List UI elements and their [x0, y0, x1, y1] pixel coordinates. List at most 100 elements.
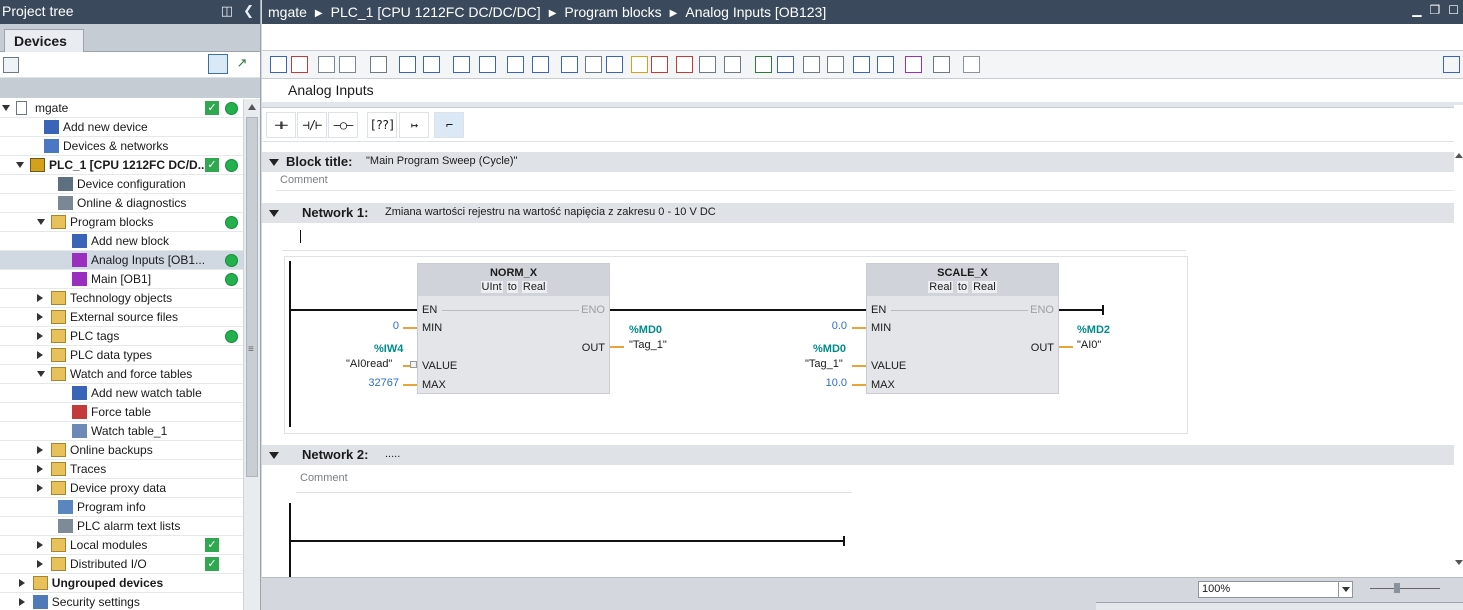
- scroll-up-icon[interactable]: [1455, 153, 1463, 158]
- norm-x-name[interactable]: NORM_X: [418, 266, 609, 280]
- collapse-icon[interactable]: [269, 159, 279, 166]
- collapsed-arrow-icon[interactable]: [37, 446, 43, 454]
- favorites-icon[interactable]: [631, 56, 648, 73]
- reset-icon[interactable]: [370, 56, 387, 73]
- expanded-arrow-icon[interactable]: [16, 162, 24, 168]
- tree-item[interactable]: Local modules ✓: [0, 536, 243, 555]
- expanded-arrow-icon[interactable]: [37, 219, 45, 225]
- collapse-icon[interactable]: [269, 452, 279, 459]
- network-2-header[interactable]: Network 2: .....: [262, 445, 1463, 465]
- tree-item[interactable]: mgate ✓: [0, 99, 243, 118]
- online-icon[interactable]: [877, 56, 894, 73]
- tree-item[interactable]: Program info: [0, 498, 243, 517]
- tree-item[interactable]: Technology objects: [0, 289, 243, 308]
- norm-x-type-to[interactable]: Real: [521, 281, 547, 293]
- collapsed-arrow-icon[interactable]: [37, 313, 43, 321]
- snapshot-icon[interactable]: [905, 56, 922, 73]
- tree-export-icon[interactable]: ↗: [233, 55, 251, 73]
- nc-contact-icon[interactable]: ⊣/⊢: [297, 112, 327, 138]
- scale-x-type-to[interactable]: Real: [972, 281, 997, 293]
- norm-x-type-from[interactable]: UInt: [480, 281, 503, 293]
- close-networks-icon[interactable]: [532, 56, 549, 73]
- tree-item[interactable]: Online backups: [0, 441, 243, 460]
- breadcrumb-item-project[interactable]: mgate: [268, 4, 307, 20]
- norm-x-max-operand[interactable]: 32767: [356, 377, 399, 389]
- tree-item[interactable]: PLC tags: [0, 327, 243, 346]
- scroll-up-icon[interactable]: [248, 104, 256, 110]
- scale-x-value-operand[interactable]: "Tag_1": [805, 358, 843, 370]
- collapsed-arrow-icon[interactable]: [37, 484, 43, 492]
- zoom-slider-handle[interactable]: [1394, 583, 1400, 593]
- scale-x-value-address[interactable]: %MD0: [813, 343, 846, 355]
- tree-item[interactable]: Add new device: [0, 118, 243, 137]
- insert-network-icon[interactable]: [270, 56, 287, 73]
- collapsed-arrow-icon[interactable]: [37, 560, 43, 568]
- close-branch-icon[interactable]: ⌐: [434, 112, 464, 138]
- scale-x-out-operand[interactable]: "AI0": [1077, 339, 1101, 351]
- collapse-icon[interactable]: [269, 210, 279, 217]
- empty-box-icon[interactable]: [??]: [367, 112, 397, 138]
- scale-x-max-operand[interactable]: 10.0: [807, 377, 847, 389]
- collapsed-arrow-icon[interactable]: [37, 351, 43, 359]
- expanded-arrow-icon[interactable]: [2, 105, 10, 111]
- tree-item[interactable]: Main [OB1]: [0, 270, 243, 289]
- open-networks-icon[interactable]: [507, 56, 524, 73]
- network-1-title[interactable]: Zmiana wartości rejestru na wartość napi…: [385, 206, 716, 218]
- tree-item[interactable]: Device configuration: [0, 175, 243, 194]
- editor-scrollbar[interactable]: [1454, 105, 1463, 575]
- restore-icon[interactable]: ❐: [1429, 3, 1440, 17]
- tree-overview-icon[interactable]: [3, 57, 19, 73]
- collapse-panel-icon[interactable]: ❮: [243, 3, 254, 19]
- no-contact-icon[interactable]: ⊣⊢: [266, 112, 296, 138]
- breadcrumb-item-program-blocks[interactable]: Program blocks: [564, 4, 661, 20]
- norm-x-box[interactable]: NORM_X UInt to Real EN ENO MIN OUT VALUE M…: [417, 263, 610, 394]
- tree-item[interactable]: Security settings: [0, 593, 243, 610]
- tree-item[interactable]: Program blocks: [0, 213, 243, 232]
- tree-item[interactable]: Watch and force tables: [0, 365, 243, 384]
- settings-icon[interactable]: [933, 56, 950, 73]
- collapsed-arrow-icon[interactable]: [18, 579, 25, 587]
- tree-item[interactable]: Device proxy data: [0, 479, 243, 498]
- list-icon[interactable]: [606, 56, 623, 73]
- collapsed-arrow-icon[interactable]: [37, 294, 43, 302]
- align-icon[interactable]: [585, 56, 602, 73]
- scroll-down-icon[interactable]: [1455, 560, 1463, 565]
- tree-item[interactable]: Add new watch table: [0, 384, 243, 403]
- scale-x-min-operand[interactable]: 0.0: [807, 320, 847, 332]
- norm-x-value-address[interactable]: %IW4: [374, 343, 403, 355]
- download-icon[interactable]: [755, 56, 772, 73]
- norm-x-value-operand[interactable]: "AI0read": [346, 358, 392, 370]
- open-branch-icon[interactable]: ↦: [399, 112, 429, 138]
- inspector-tabs[interactable]: [1096, 602, 1463, 610]
- norm-x-out-address[interactable]: %MD0: [629, 324, 662, 336]
- panel-toggle-icon[interactable]: [1443, 56, 1460, 73]
- tree-item[interactable]: PLC alarm text lists: [0, 517, 243, 536]
- norm-x-min-operand[interactable]: 0: [362, 320, 399, 332]
- update-icon[interactable]: [777, 56, 794, 73]
- go-error-icon[interactable]: [676, 56, 693, 73]
- collapsed-arrow-icon[interactable]: [37, 465, 43, 473]
- tab-devices[interactable]: Devices: [4, 29, 84, 52]
- tree-scrollbar[interactable]: ≡: [243, 99, 260, 610]
- compare-icon[interactable]: [827, 56, 844, 73]
- comment-icon[interactable]: [479, 56, 496, 73]
- tree-item[interactable]: Add new block: [0, 232, 243, 251]
- insert-box-icon[interactable]: [561, 56, 578, 73]
- scale-x-box[interactable]: SCALE_X Real to Real EN ENO MIN OUT VALUE …: [866, 263, 1059, 394]
- chevron-down-icon[interactable]: [1338, 582, 1352, 597]
- network-2-comment[interactable]: Comment: [300, 472, 348, 484]
- block-title-value[interactable]: "Main Program Sweep (Cycle)": [366, 155, 517, 167]
- norm-x-out-operand[interactable]: "Tag_1": [629, 339, 667, 351]
- insert-row-icon[interactable]: [318, 56, 335, 73]
- breadcrumb-item-block[interactable]: Analog Inputs [OB123]: [685, 4, 826, 20]
- tree-item[interactable]: PLC data types: [0, 346, 243, 365]
- block-title-header[interactable]: Block title: "Main Program Sweep (Cycle)…: [262, 152, 1463, 172]
- database-icon[interactable]: [963, 56, 980, 73]
- zoom-select[interactable]: 100%: [1198, 581, 1353, 598]
- expanded-arrow-icon[interactable]: [37, 371, 45, 377]
- tree-scroll-thumb[interactable]: [246, 117, 258, 477]
- maximize-icon[interactable]: ☐: [1448, 3, 1459, 17]
- minimize-icon[interactable]: ▁: [1412, 3, 1421, 17]
- tree-item[interactable]: Online & diagnostics: [0, 194, 243, 213]
- tree-list-view-icon[interactable]: [208, 54, 228, 74]
